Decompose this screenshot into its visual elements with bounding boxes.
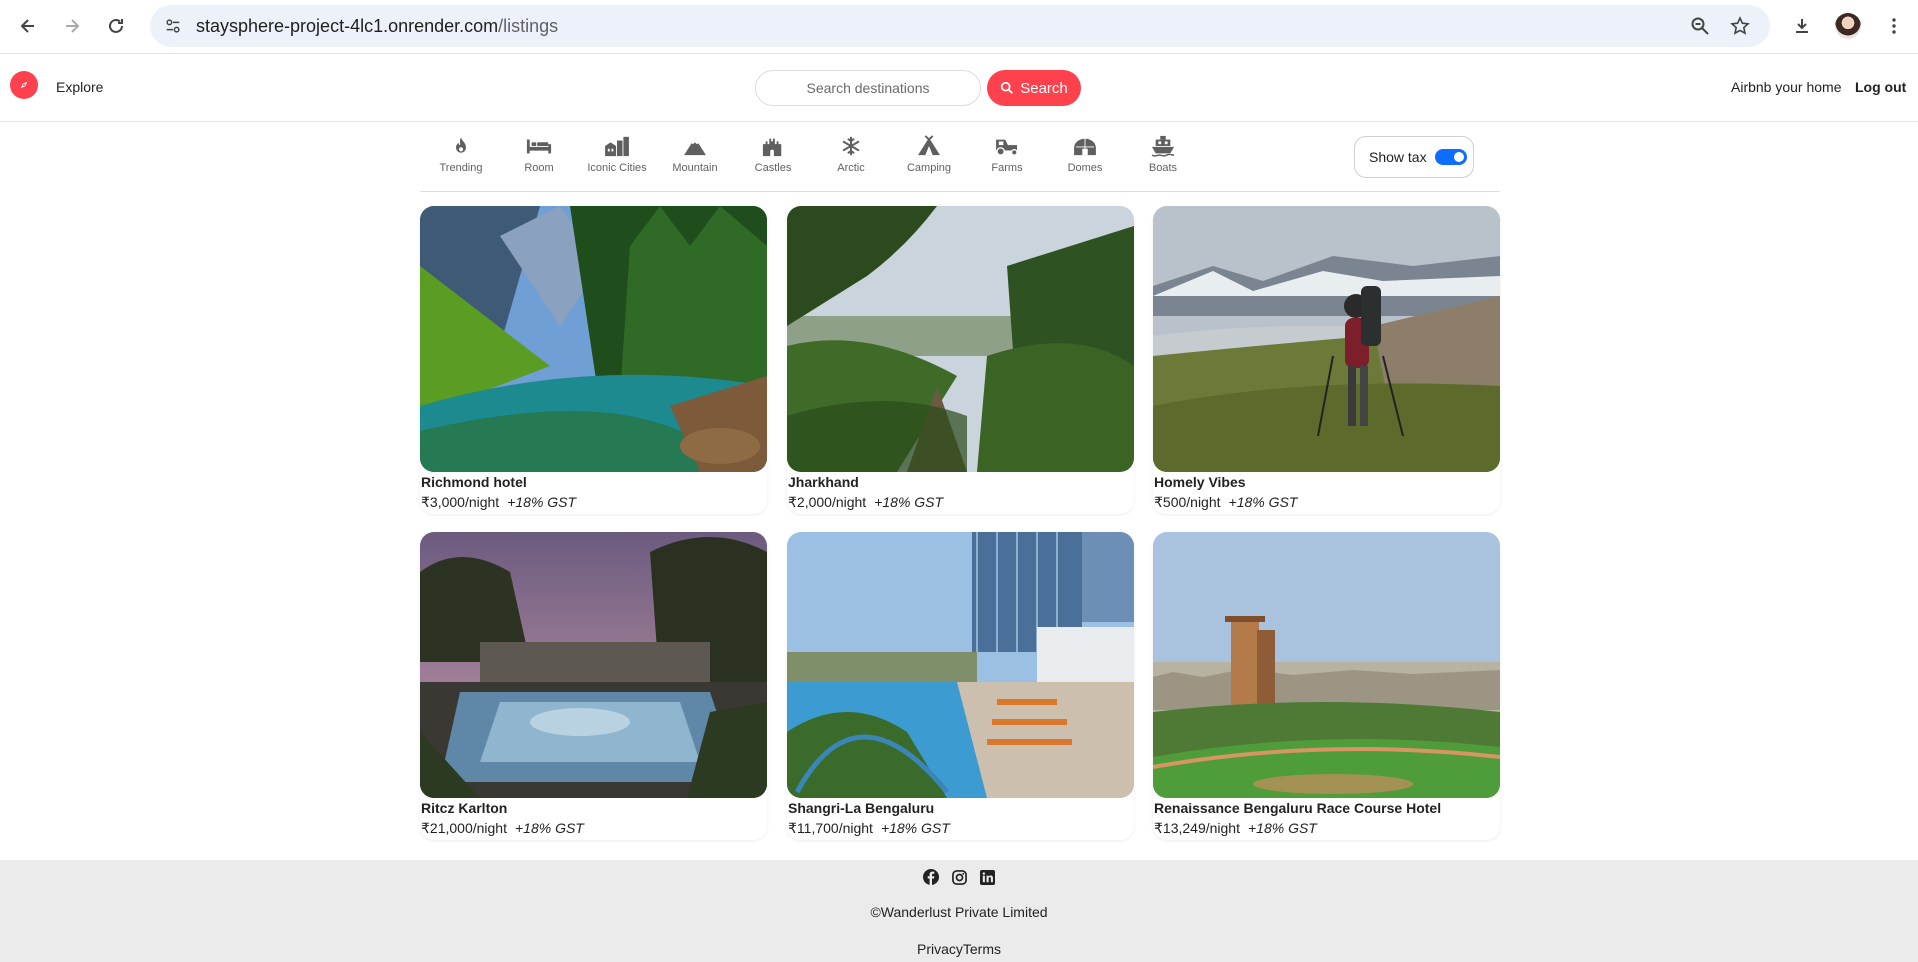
- filter-castles[interactable]: Castles: [734, 132, 812, 184]
- profile-button[interactable]: [1832, 10, 1864, 42]
- listing-card[interactable]: Shangri-La Bengaluru ₹11,700/night +18% G…: [787, 532, 1134, 840]
- filter-label: Room: [524, 162, 554, 174]
- filter-room[interactable]: Room: [500, 132, 578, 184]
- arrow-right-icon: [66, 19, 80, 33]
- gst-note: +18% GST: [1247, 820, 1317, 836]
- host-home-link[interactable]: Airbnb your home: [1731, 79, 1842, 95]
- tent-icon: [890, 132, 968, 160]
- search-icon: [1001, 81, 1014, 94]
- filter-label: Trending: [439, 162, 483, 174]
- listing-price: ₹13,249/night +18% GST: [1154, 820, 1317, 836]
- listing-title: Homely Vibes: [1154, 474, 1246, 490]
- listing-photo[interactable]: [1153, 532, 1500, 798]
- zoom-icon[interactable]: [1688, 14, 1712, 38]
- forward-button[interactable]: [56, 10, 88, 42]
- filter-label: Iconic Cities: [587, 162, 647, 174]
- filter-label: Mountain: [672, 162, 718, 174]
- listing-title: Richmond hotel: [421, 474, 527, 490]
- listing-title: Renaissance Bengaluru Race Course Hotel: [1154, 800, 1442, 816]
- city-icon: [578, 132, 656, 160]
- privacy-terms-links[interactable]: PrivacyTerms: [0, 941, 1918, 957]
- listing-price: ₹500/night +18% GST: [1154, 494, 1298, 510]
- listing-price: ₹21,000/night +18% GST: [421, 820, 584, 836]
- address-bar[interactable]: staysphere-project-4lc1.onrender.com/lis…: [150, 5, 1770, 47]
- bed-icon: [500, 132, 578, 160]
- listing-title: Jharkhand: [788, 474, 859, 490]
- listing-photo[interactable]: [420, 206, 767, 472]
- listing-title: Ritcz Karlton: [421, 800, 508, 816]
- filter-boats[interactable]: Boats: [1124, 132, 1202, 184]
- filter-label: Boats: [1148, 162, 1178, 174]
- reload-icon: [109, 18, 123, 33]
- menu-button[interactable]: [1878, 10, 1910, 42]
- site-settings-icon[interactable]: [160, 13, 186, 39]
- listing-price: ₹2,000/night +18% GST: [788, 494, 944, 510]
- site-navbar: Explore Search Airbnb your home Log out: [0, 54, 1918, 122]
- filter-label: Camping: [906, 162, 952, 174]
- filter-iconic-cities[interactable]: Iconic Cities: [578, 132, 656, 184]
- listing-card[interactable]: Homely Vibes ₹500/night +18% GST: [1153, 206, 1500, 514]
- listing-price: ₹3,000/night +18% GST: [421, 494, 577, 510]
- listing-card[interactable]: Renaissance Bengaluru Race Course Hotel …: [1153, 532, 1500, 840]
- fire-icon: [422, 132, 500, 160]
- download-button[interactable]: [1786, 10, 1818, 42]
- site-footer: ©Wanderlust Private Limited PrivacyTerms: [0, 860, 1918, 962]
- explore-link[interactable]: Explore: [56, 79, 103, 95]
- bookmark-star-icon[interactable]: [1728, 14, 1752, 38]
- kebab-menu-icon: [1892, 18, 1896, 34]
- ship-icon: [1124, 132, 1202, 160]
- search-button[interactable]: Search: [987, 70, 1081, 106]
- logout-link[interactable]: Log out: [1855, 79, 1906, 95]
- search-input[interactable]: [755, 70, 981, 106]
- reload-button[interactable]: [100, 10, 132, 42]
- listing-title: Shangri-La Bengaluru: [788, 800, 935, 816]
- gst-note: +18% GST: [514, 820, 584, 836]
- show-tax-label: Show tax: [1369, 149, 1427, 165]
- category-filters: Trending Room Iconic Cities Mountain Cas…: [420, 122, 1500, 192]
- filter-farms[interactable]: Farms: [968, 132, 1046, 184]
- gst-note: +18% GST: [1228, 494, 1298, 510]
- dome-icon: [1046, 132, 1124, 160]
- gst-note: +18% GST: [507, 494, 577, 510]
- filter-mountain[interactable]: Mountain: [656, 132, 734, 184]
- filter-camping[interactable]: Camping: [890, 132, 968, 184]
- listing-photo[interactable]: [787, 532, 1134, 798]
- listing-photo[interactable]: [1153, 206, 1500, 472]
- filter-label: Domes: [1067, 162, 1103, 174]
- listing-photo[interactable]: [420, 532, 767, 798]
- facebook-icon[interactable]: [922, 868, 940, 886]
- listing-photo[interactable]: [787, 206, 1134, 472]
- linkedin-icon[interactable]: [978, 868, 996, 886]
- browser-toolbar: staysphere-project-4lc1.onrender.com/lis…: [0, 0, 1918, 54]
- show-tax-toggle[interactable]: Show tax: [1354, 136, 1474, 178]
- copyright-text: ©Wanderlust Private Limited: [870, 904, 1048, 920]
- filter-trending[interactable]: Trending: [422, 132, 500, 184]
- listing-card[interactable]: Jharkhand ₹2,000/night +18% GST: [787, 206, 1134, 514]
- instagram-icon[interactable]: [950, 868, 968, 886]
- search-button-label: Search: [1020, 79, 1068, 97]
- download-icon: [1796, 19, 1808, 33]
- tax-switch[interactable]: [1434, 149, 1467, 165]
- url-text: staysphere-project-4lc1.onrender.com/lis…: [196, 16, 559, 36]
- listing-price: ₹11,700/night +18% GST: [788, 820, 950, 836]
- filter-arctic[interactable]: Arctic: [812, 132, 890, 184]
- listing-card[interactable]: Ritcz Karlton ₹21,000/night +18% GST: [420, 532, 767, 840]
- back-button[interactable]: [12, 10, 44, 42]
- gst-note: +18% GST: [880, 820, 950, 836]
- arrow-left-icon: [20, 19, 34, 33]
- social-links: [0, 868, 1918, 886]
- mountain-icon: [656, 132, 734, 160]
- avatar: [1835, 13, 1861, 39]
- gst-note: +18% GST: [874, 494, 944, 510]
- snowflake-icon: [812, 132, 890, 160]
- listing-card[interactable]: Richmond hotel ₹3,000/night +18% GST: [420, 206, 767, 514]
- filter-label: Castles: [754, 162, 792, 174]
- tractor-icon: [968, 132, 1046, 160]
- filter-label: Farms: [991, 162, 1023, 174]
- castle-icon: [734, 132, 812, 160]
- filter-domes[interactable]: Domes: [1046, 132, 1124, 184]
- filter-label: Arctic: [837, 162, 865, 174]
- compass-logo-icon[interactable]: [10, 71, 38, 99]
